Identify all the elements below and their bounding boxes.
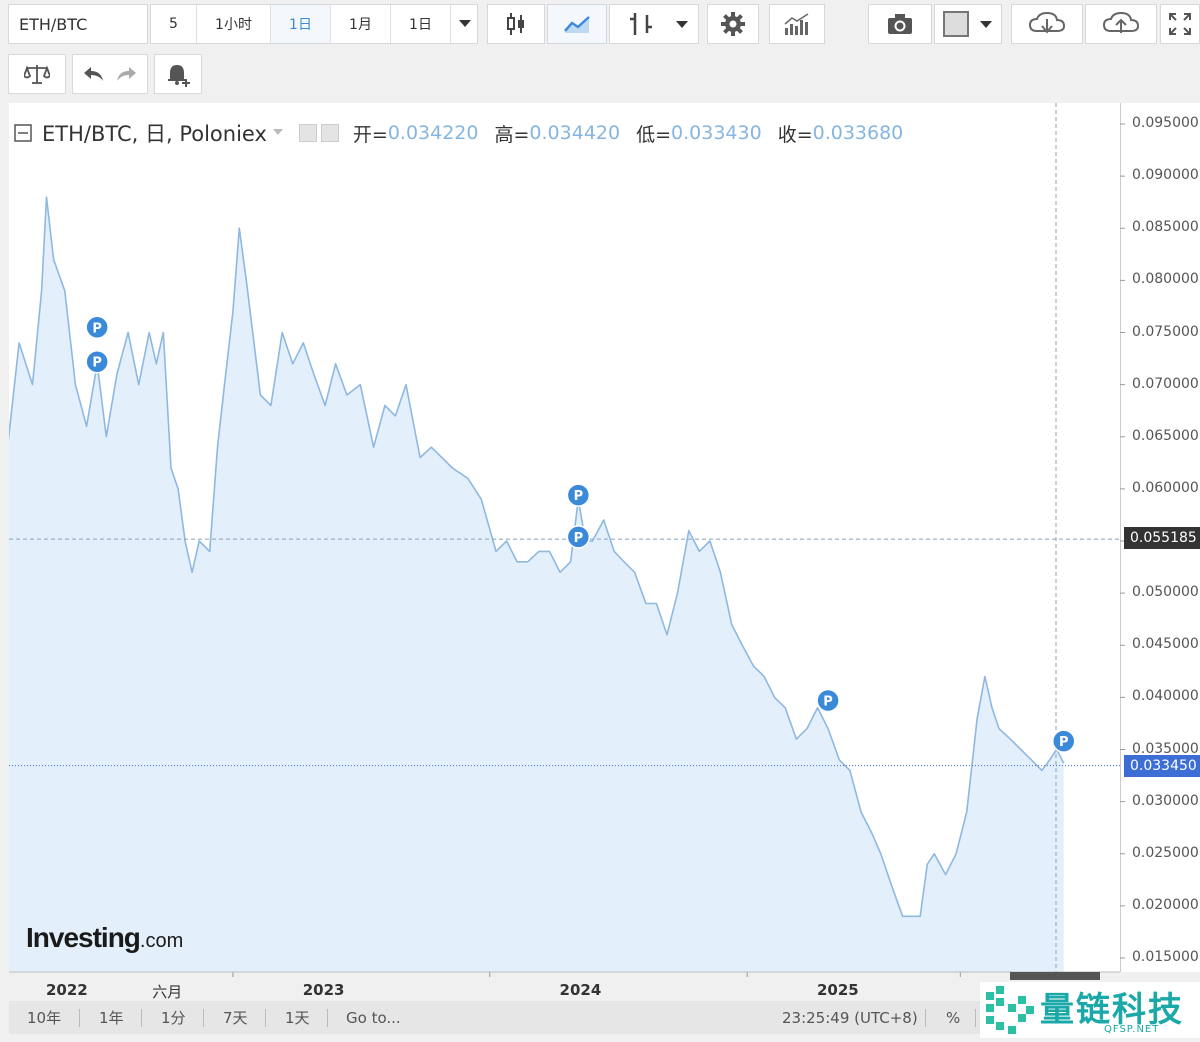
low-value: 0.033430: [671, 122, 762, 144]
x-tick-label: 2023: [302, 981, 345, 999]
x-tick-label: 2022: [46, 981, 88, 999]
y-tick-label: 0.095000: [1132, 115, 1199, 131]
watermark-suffix: .com: [139, 930, 184, 952]
percent-toggle[interactable]: %: [946, 1001, 960, 1034]
event-pin[interactable]: P: [1051, 729, 1076, 753]
high-label: 高=: [494, 123, 530, 146]
y-tick-label: 0.015000: [1132, 949, 1199, 965]
range-1y[interactable]: 1年: [99, 1001, 124, 1034]
y-tick-label: 0.025000: [1132, 844, 1199, 861]
x-tick-label: 六月: [152, 983, 183, 1001]
svg-text:P: P: [574, 489, 584, 504]
settings-small-icon[interactable]: [320, 124, 339, 142]
y-tick-label: 0.090000: [1132, 167, 1199, 184]
x-tick-label: 2025: [817, 981, 859, 999]
price-chart[interactable]: P P P P P P: [0, 0, 1200, 1042]
svg-text:P: P: [823, 695, 833, 710]
logo-mark-icon: [986, 986, 1034, 1034]
high-value: 0.034420: [529, 122, 621, 144]
y-tick-label: 0.065000: [1132, 427, 1199, 444]
svg-text:P: P: [92, 356, 102, 371]
y-tick-label: 0.080000: [1132, 271, 1199, 288]
event-pin[interactable]: P: [85, 315, 109, 340]
y-tick-label: 0.040000: [1132, 688, 1199, 705]
logo-subtext: QFSP.NET: [1104, 1024, 1160, 1035]
collapse-icon[interactable]: [14, 124, 32, 142]
range-10y[interactable]: 10年: [27, 1001, 61, 1034]
y-tick-label: 0.060000: [1132, 479, 1199, 496]
low-label: 低=: [636, 123, 672, 146]
goto-button[interactable]: Go to...: [346, 1001, 401, 1034]
range-7d[interactable]: 7天: [223, 1001, 248, 1034]
y-tick-label: 0.045000: [1132, 636, 1199, 653]
chevron-down-icon[interactable]: [272, 129, 285, 137]
crosshair-price-tag: 0.055185: [1124, 527, 1200, 549]
legend-title: ETH/BTC, 日, Poloniex: [42, 122, 267, 146]
chart-legend: ETH/BTC, 日, Poloniex 开= 0.034220 高= 0.0344…: [14, 118, 903, 148]
investing-watermark: Investing.com: [26, 922, 183, 954]
range-1d[interactable]: 1天: [285, 1001, 310, 1034]
y-tick-label: 0.085000: [1132, 219, 1199, 236]
open-value: 0.034220: [387, 122, 479, 144]
y-tick-label: 0.030000: [1132, 792, 1199, 809]
eye-icon[interactable]: [298, 124, 317, 142]
y-tick-label: 0.050000: [1132, 584, 1199, 601]
event-pin[interactable]: P: [816, 688, 840, 713]
event-pin[interactable]: P: [85, 349, 109, 374]
watermark-brand: Investing: [26, 922, 141, 953]
range-1min[interactable]: 1分: [161, 1001, 186, 1034]
event-pin[interactable]: P: [566, 525, 591, 549]
price-area-fill: [9, 197, 1064, 972]
svg-text:P: P: [1059, 735, 1069, 750]
time-scroll-handle[interactable]: [1010, 972, 1100, 980]
close-value: 0.033680: [812, 122, 904, 144]
y-tick-label: 0.020000: [1132, 896, 1199, 913]
open-label: 开=: [352, 123, 388, 146]
close-label: 收=: [777, 123, 813, 146]
x-tick-label: 2024: [559, 981, 602, 999]
event-pin[interactable]: P: [566, 483, 591, 507]
svg-text:P: P: [574, 531, 584, 546]
y-tick-label: 0.075000: [1132, 323, 1199, 340]
svg-text:P: P: [92, 321, 102, 336]
y-tick-label: 0.070000: [1132, 375, 1199, 392]
clock-time: 23:25:49 (UTC+8): [782, 1008, 918, 1027]
range-bar: 10年 1年 1分 7天 1天 Go to... 23:25:49 (UTC+8…: [9, 1001, 1120, 1034]
last-price-tag: 0.033450: [1124, 755, 1200, 777]
company-logo: 量链科技 QFSP.NET: [980, 982, 1200, 1038]
